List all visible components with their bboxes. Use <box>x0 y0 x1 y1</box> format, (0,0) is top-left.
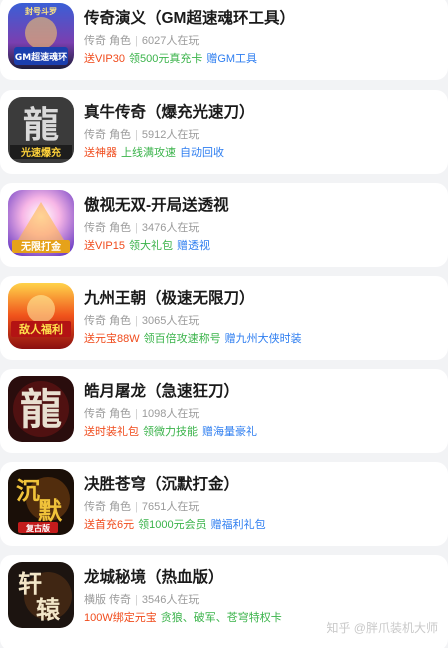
game-card[interactable]: 无限打金 傲视无双-开局送透视 传奇 角色 | 3476人在玩 送VIP15 领大礼包… <box>0 183 448 267</box>
game-tags: 送VIP30 领500元真充卡 赠GM工具 <box>84 50 261 66</box>
svg-text:封号斗罗: 封号斗罗 <box>25 6 57 16</box>
game-meta: 传奇 角色 | 1098人在玩 <box>84 408 200 420</box>
tag: 自动回收 <box>180 147 224 159</box>
tag: 送时装礼包 <box>84 426 139 438</box>
game-meta: 传奇 角色 | 3476人在玩 <box>84 222 200 234</box>
game-meta: 横版 传奇 | 3546人在玩 <box>84 594 200 606</box>
tag: 100W绑定元宝 <box>84 612 157 624</box>
svg-text:龍: 龍 <box>23 104 59 146</box>
tag: 赠海量豪礼 <box>202 426 257 438</box>
tag: 送VIP30 <box>84 53 125 65</box>
game-meta: 传奇 角色 | 7651人在玩 <box>84 501 200 513</box>
tag: 赠九州大侠时装 <box>224 333 302 345</box>
svg-text:默: 默 <box>38 496 63 525</box>
game-title[interactable]: 龙城秘境（热血版） <box>84 565 224 587</box>
game-title[interactable]: 傲视无双-开局送透视 <box>84 193 229 215</box>
tag: 领1000元会员 <box>138 519 207 531</box>
tag: 送元宝88W <box>84 333 140 345</box>
tag: 领微力技能 <box>143 426 198 438</box>
game-title[interactable]: 皓月屠龙（急速狂刀） <box>84 379 239 401</box>
player-count: 3476人在玩 <box>141 222 200 234</box>
watermark: 知乎 @胖爪装机大师 <box>326 621 438 635</box>
tag: 送VIP15 <box>84 240 125 252</box>
player-count: 7651人在玩 <box>141 501 200 513</box>
svg-text:沉: 沉 <box>16 476 40 505</box>
game-tags: 送神器 上线满攻速 自动回收 <box>84 144 228 160</box>
tag: 领500元真充卡 <box>128 53 203 65</box>
svg-text:光速爆充: 光速爆充 <box>20 146 61 159</box>
player-count: 3546人在玩 <box>141 594 200 606</box>
tag: 领百倍攻速称号 <box>143 333 221 345</box>
game-title[interactable]: 传奇演义（GM超速魂环工具） <box>84 6 295 28</box>
tag: 送首充6元 <box>84 519 135 531</box>
tag: 赠透视 <box>176 240 210 252</box>
game-meta: 传奇 角色 | 6027人在玩 <box>84 35 200 47</box>
svg-text:轩: 轩 <box>18 569 42 598</box>
svg-text:龍: 龍 <box>20 385 62 434</box>
dragon-character-icon[interactable]: 龍 <box>8 376 74 442</box>
tag: 送神器 <box>84 147 117 159</box>
player-count: 1098人在玩 <box>141 408 200 420</box>
game-meta: 传奇 角色 | 3065人在玩 <box>84 315 200 327</box>
game-card[interactable]: 沉 默 复古版 决胜苍穹（沉默打金） 传奇 角色 | 7651人在玩 送首充6元 领1… <box>0 462 448 546</box>
player-count: 5912人在玩 <box>141 129 200 141</box>
game-card[interactable]: 龍 皓月屠龙（急速狂刀） 传奇 角色 | 1098人在玩 送时装礼包 领微力技能 赠海量… <box>0 369 448 453</box>
legend-game-icon[interactable]: 封号斗罗 GM超速魂环 <box>8 3 74 69</box>
svg-text:GM超速魂环: GM超速魂环 <box>15 51 67 63</box>
player-count: 3065人在玩 <box>141 315 200 327</box>
svg-text:复古版: 复古版 <box>25 523 50 533</box>
dragon-character-icon[interactable]: 龍 光速爆充 <box>8 97 74 163</box>
xuanyuan-character-icon[interactable]: 轩 辕 <box>8 562 74 628</box>
game-meta: 传奇 角色 | 5912人在玩 <box>84 129 200 141</box>
game-title[interactable]: 真牛传奇（爆充光速刀） <box>84 100 255 122</box>
tag: 领大礼包 <box>128 240 173 252</box>
svg-text:辕: 辕 <box>36 595 61 624</box>
game-card[interactable]: 封号斗罗 GM超速魂环 传奇演义（GM超速魂环工具） 传奇 角色 | 6027人在玩… <box>0 0 448 80</box>
warrior-icon[interactable]: 无限打金 <box>8 190 74 256</box>
player-count: 6027人在玩 <box>141 35 200 47</box>
tag: 贪狼、破军、苍穹特权卡 <box>160 612 282 624</box>
game-card[interactable]: 龍 光速爆充 真牛传奇（爆充光速刀） 传奇 角色 | 5912人在玩 送神器 上线满攻… <box>0 90 448 174</box>
svg-text:无限打金: 无限打金 <box>20 240 62 253</box>
game-tags: 送元宝88W 领百倍攻速称号 赠九州大侠时装 <box>84 330 306 346</box>
tag: 赠福利礼包 <box>210 519 266 531</box>
game-tags: 送时装礼包 领微力技能 赠海量豪礼 <box>84 423 261 439</box>
flame-icon[interactable]: 敌人福利 <box>8 283 74 349</box>
game-tags: 100W绑定元宝 贪狼、破军、苍穹特权卡 <box>84 609 286 625</box>
tag: 上线满攻速 <box>121 147 176 159</box>
svg-text:敌人福利: 敌人福利 <box>19 322 63 336</box>
silence-character-icon[interactable]: 沉 默 复古版 <box>8 469 74 535</box>
game-tags: 送首充6元 领1000元会员 赠福利礼包 <box>84 516 270 532</box>
game-card[interactable]: 敌人福利 九州王朝（极速无限刀） 传奇 角色 | 3065人在玩 送元宝88W 领百倍… <box>0 276 448 360</box>
game-list: 封号斗罗 GM超速魂环 传奇演义（GM超速魂环工具） 传奇 角色 | 6027人在玩… <box>0 0 448 648</box>
game-tags: 送VIP15 领大礼包 赠透视 <box>84 237 214 253</box>
game-title[interactable]: 决胜苍穹（沉默打金） <box>84 472 239 494</box>
game-title[interactable]: 九州王朝（极速无限刀） <box>84 286 255 308</box>
tag: 赠GM工具 <box>206 53 258 65</box>
